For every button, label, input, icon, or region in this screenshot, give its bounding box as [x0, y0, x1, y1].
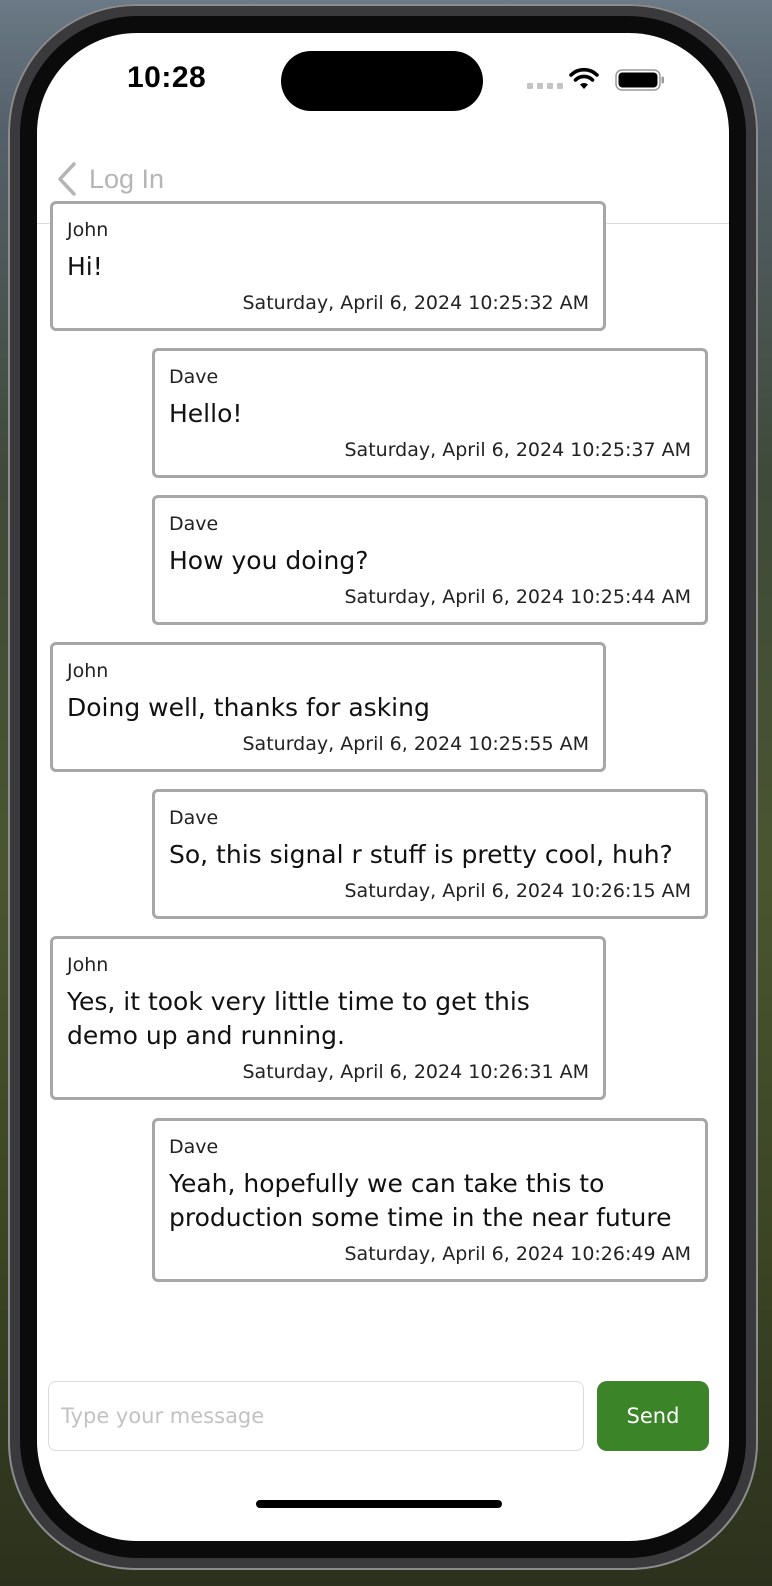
message-timestamp: Saturday, April 6, 2024 10:25:32 AM	[242, 292, 590, 314]
message-bubble: John Hi! Saturday, April 6, 2024 10:25:3…	[50, 201, 606, 331]
message-timestamp: Saturday, April 6, 2024 10:26:15 AM	[344, 880, 692, 902]
message-composer: Send	[37, 1379, 729, 1451]
message-text: Yeah, hopefully we can take this to prod…	[169, 1169, 672, 1232]
battery-icon	[615, 69, 664, 91]
status-bar: 10:28	[37, 33, 729, 143]
message-text: How you doing?	[169, 546, 369, 575]
message-timestamp: Saturday, April 6, 2024 10:25:44 AM	[344, 586, 692, 608]
message-bubble: Dave So, this signal r stuff is pretty c…	[152, 789, 708, 919]
message-sender: Dave	[169, 513, 219, 535]
message-sender: John	[67, 219, 109, 241]
message-text: Hello!	[169, 399, 243, 428]
cellular-signal-icon	[527, 83, 563, 91]
home-indicator[interactable]	[256, 1500, 502, 1508]
message-timestamp: Saturday, April 6, 2024 10:26:49 AM	[344, 1243, 692, 1265]
message-text: So, this signal r stuff is pretty cool, …	[169, 840, 673, 869]
message-timestamp: Saturday, April 6, 2024 10:26:31 AM	[242, 1061, 590, 1083]
message-sender: Dave	[169, 1136, 219, 1158]
message-sender: Dave	[169, 366, 219, 388]
message-sender: John	[67, 660, 109, 682]
back-button-label: Log In	[89, 163, 165, 194]
message-text: Hi!	[67, 252, 103, 281]
phone-screen: 10:28 Log In John Hi! Saturday, April 6,	[37, 33, 729, 1541]
message-text: Doing well, thanks for asking	[67, 693, 430, 722]
message-bubble: Dave How you doing? Saturday, April 6, 2…	[152, 495, 708, 625]
message-input[interactable]	[48, 1381, 584, 1451]
message-timestamp: Saturday, April 6, 2024 10:25:37 AM	[344, 439, 692, 461]
message-bubble: John Doing well, thanks for asking Satur…	[50, 642, 606, 772]
chevron-left-icon	[58, 162, 76, 196]
message-bubble: John Yes, it took very little time to ge…	[50, 936, 606, 1100]
message-bubble: Dave Yeah, hopefully we can take this to…	[152, 1118, 708, 1282]
dynamic-island	[281, 51, 483, 111]
message-timestamp: Saturday, April 6, 2024 10:25:55 AM	[242, 733, 590, 755]
message-sender: Dave	[169, 807, 219, 829]
wifi-icon	[569, 67, 599, 89]
message-bubble: Dave Hello! Saturday, April 6, 2024 10:2…	[152, 348, 708, 478]
message-text: Yes, it took very little time to get thi…	[67, 987, 530, 1050]
send-button[interactable]: Send	[597, 1381, 709, 1451]
status-time: 10:28	[127, 61, 207, 94]
message-sender: John	[67, 954, 109, 976]
